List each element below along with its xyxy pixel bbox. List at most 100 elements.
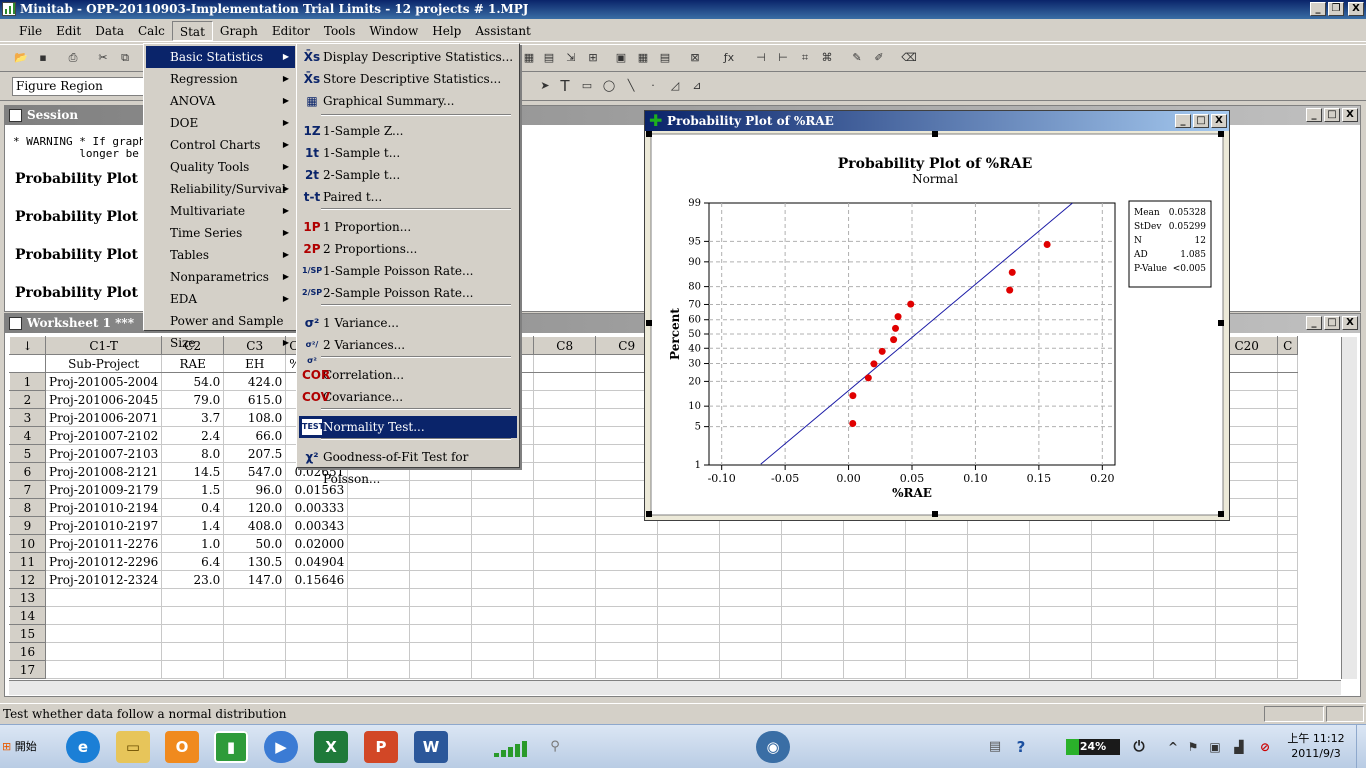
table-cell[interactable] — [471, 570, 535, 589]
basic-stats-menu-item[interactable]: σ²/σ² 2 Variances... — [299, 334, 517, 365]
table-cell[interactable]: 66.0 — [223, 426, 287, 445]
table-cell[interactable] — [533, 462, 597, 481]
table-cell[interactable] — [1153, 642, 1217, 661]
graph-minimize-button[interactable]: _ — [1175, 114, 1191, 128]
table-cell[interactable] — [471, 516, 535, 535]
table-cell[interactable] — [967, 606, 1031, 625]
row-number[interactable]: 2 — [9, 390, 46, 409]
table-cell[interactable] — [1215, 588, 1279, 607]
table-cell[interactable] — [595, 660, 659, 679]
table-cell[interactable]: Proj-201006-2045 — [44, 390, 163, 409]
table-cell[interactable] — [347, 570, 411, 589]
copy-icon[interactable]: ⧉ — [116, 49, 134, 67]
table-cell[interactable]: 2.4 — [161, 426, 225, 445]
table-cell[interactable] — [1215, 534, 1279, 553]
data-point[interactable] — [849, 419, 857, 427]
table-cell[interactable] — [1215, 606, 1279, 625]
toolbar-icon[interactable]: ▤ — [656, 49, 674, 67]
table-cell[interactable] — [471, 606, 535, 625]
table-cell[interactable]: 0.4 — [161, 498, 225, 517]
text-tool-icon[interactable]: T — [556, 77, 574, 95]
table-cell[interactable]: Proj-201008-2121 — [44, 462, 163, 481]
table-cell[interactable] — [471, 552, 535, 571]
data-point[interactable] — [878, 347, 886, 355]
table-cell[interactable] — [285, 588, 349, 607]
table-cell[interactable]: 3.7 — [161, 408, 225, 427]
table-cell[interactable] — [44, 642, 163, 661]
table-cell[interactable] — [1029, 588, 1093, 607]
graph-close-button[interactable]: X — [1211, 114, 1227, 128]
table-cell[interactable] — [595, 534, 659, 553]
table-cell[interactable] — [223, 642, 287, 661]
toolbar-icon[interactable]: ⌘ — [818, 49, 836, 67]
table-cell[interactable] — [719, 570, 783, 589]
battery-indicator[interactable]: 24% — [1066, 739, 1120, 755]
table-cell[interactable] — [843, 534, 907, 553]
table-cell[interactable] — [719, 660, 783, 679]
stat-menu-item[interactable]: Nonparametrics ▶ — [146, 266, 295, 288]
table-cell[interactable] — [1029, 606, 1093, 625]
table-cell[interactable] — [1277, 462, 1299, 481]
table-cell[interactable] — [533, 642, 597, 661]
table-cell[interactable] — [1091, 660, 1155, 679]
menu-editor[interactable]: Editor — [265, 21, 317, 41]
table-cell[interactable] — [719, 606, 783, 625]
table-cell[interactable]: 615.0 — [223, 390, 287, 409]
clock[interactable]: 上午 11:12 2011/9/3 — [1280, 731, 1352, 765]
table-cell[interactable] — [967, 552, 1031, 571]
table-cell[interactable] — [409, 498, 473, 517]
table-cell[interactable] — [471, 480, 535, 499]
table-cell[interactable] — [44, 624, 163, 643]
data-point[interactable] — [1043, 241, 1051, 249]
table-cell[interactable]: 424.0 — [223, 372, 287, 391]
table-cell[interactable]: 96.0 — [223, 480, 287, 499]
table-cell[interactable] — [719, 534, 783, 553]
menu-assistant[interactable]: Assistant — [468, 21, 538, 41]
table-cell[interactable] — [1029, 534, 1093, 553]
row-number[interactable]: 17 — [9, 660, 46, 679]
table-cell[interactable] — [843, 552, 907, 571]
toolbar-icon[interactable]: ▣ — [612, 49, 630, 67]
menu-stat[interactable]: Stat — [171, 20, 213, 41]
menu-file[interactable]: File — [12, 21, 49, 41]
rectangle-tool-icon[interactable]: ▭ — [578, 77, 596, 95]
session-minimize-button[interactable]: _ — [1306, 108, 1322, 122]
row-number[interactable]: 10 — [9, 534, 46, 553]
table-cell[interactable] — [347, 588, 411, 607]
toolbar-icon[interactable]: ▦ — [520, 49, 538, 67]
table-cell[interactable] — [44, 588, 163, 607]
table-cell[interactable]: 8.0 — [161, 444, 225, 463]
row-number[interactable]: 12 — [9, 570, 46, 589]
table-cell[interactable] — [1277, 570, 1299, 589]
data-point[interactable] — [870, 360, 878, 368]
table-cell[interactable] — [1215, 624, 1279, 643]
column-name[interactable]: EH — [223, 354, 287, 373]
table-cell[interactable] — [1091, 624, 1155, 643]
table-cell[interactable]: 1.4 — [161, 516, 225, 535]
session-close-button[interactable]: X — [1342, 108, 1358, 122]
stat-menu-item[interactable]: Quality Tools ▶ — [146, 156, 295, 178]
table-cell[interactable] — [595, 642, 659, 661]
table-cell[interactable] — [905, 642, 969, 661]
table-cell[interactable] — [471, 624, 535, 643]
internet-explorer-icon[interactable]: e — [66, 731, 100, 763]
cut-icon[interactable]: ✂ — [94, 49, 112, 67]
table-cell[interactable] — [533, 552, 597, 571]
table-cell[interactable] — [595, 570, 659, 589]
table-cell[interactable] — [533, 372, 597, 391]
row-number[interactable]: 4 — [9, 426, 46, 445]
stat-menu-item[interactable]: Time Series ▶ — [146, 222, 295, 244]
table-cell[interactable] — [285, 642, 349, 661]
basic-stats-menu-item[interactable]: 1P 1 Proportion... — [299, 216, 517, 238]
basic-stats-menu-item[interactable]: 1t 1-Sample t... — [299, 142, 517, 164]
table-cell[interactable]: Proj-201006-2071 — [44, 408, 163, 427]
table-cell[interactable] — [1277, 426, 1299, 445]
table-cell[interactable] — [1091, 552, 1155, 571]
toolbar-icon[interactable]: ⊢ — [774, 49, 792, 67]
table-cell[interactable] — [843, 660, 907, 679]
table-cell[interactable] — [223, 606, 287, 625]
table-cell[interactable] — [843, 624, 907, 643]
table-cell[interactable] — [657, 552, 721, 571]
table-cell[interactable] — [409, 570, 473, 589]
table-cell[interactable]: Proj-201007-2103 — [44, 444, 163, 463]
